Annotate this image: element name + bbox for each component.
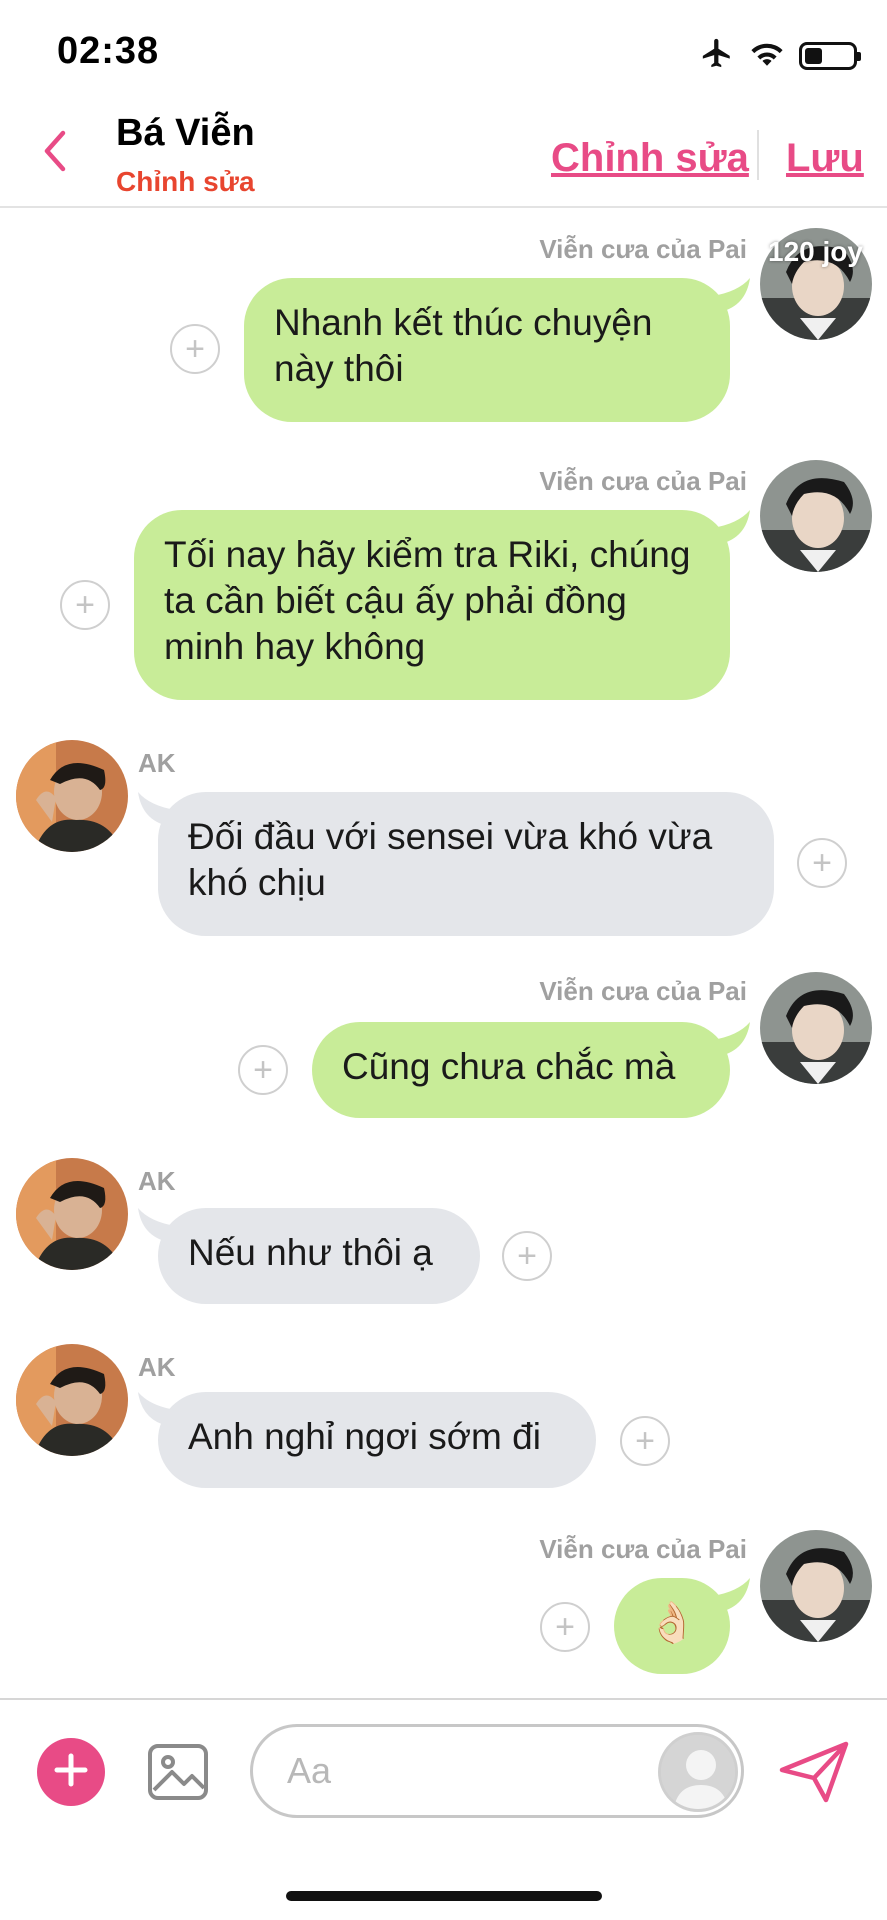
message-list: Viễn cưa của Pai 120 joy Nhanh kết thúc …: [0, 210, 887, 1698]
add-reaction-button[interactable]: +: [60, 580, 110, 630]
sender-name: Viễn cưa của Pai: [539, 1534, 747, 1564]
send-icon: [778, 1741, 850, 1808]
send-button[interactable]: [778, 1740, 850, 1804]
avatar-vien[interactable]: [760, 1530, 872, 1642]
chevron-left-icon: [41, 129, 69, 178]
edit-subtitle[interactable]: Chỉnh sửa: [116, 166, 255, 198]
avatar-ak[interactable]: [16, 1158, 128, 1270]
image-icon: [146, 1744, 210, 1808]
status-time: 02:38: [57, 30, 160, 72]
message-bubble[interactable]: 👌🏻: [614, 1578, 730, 1674]
image-button[interactable]: [146, 1740, 210, 1804]
input-bar: [0, 1698, 887, 1858]
save-link[interactable]: Lưu: [786, 136, 864, 181]
sender-name: Viễn cưa của Pai: [539, 466, 747, 496]
sender-name: AK: [138, 1166, 176, 1196]
message-bubble[interactable]: Nếu như thôi ạ: [158, 1208, 480, 1304]
edit-link[interactable]: Chỉnh sửa: [551, 136, 749, 181]
sender-name: AK: [138, 748, 176, 778]
plus-icon: [51, 1750, 91, 1795]
add-attachment-button[interactable]: [37, 1738, 105, 1806]
sender-name: Viễn cưa của Pai: [539, 976, 747, 1006]
airplane-icon: [699, 36, 735, 75]
overlay-label: 120 joy: [768, 236, 863, 267]
message-bubble[interactable]: Nhanh kết thúc chuyện này thôi: [244, 278, 730, 422]
add-reaction-button[interactable]: +: [620, 1416, 670, 1466]
message-bubble[interactable]: Đối đầu với sensei vừa khó vừa khó chịu: [158, 792, 774, 936]
message-bubble[interactable]: Tối nay hãy kiểm tra Riki, chúng ta cần …: [134, 510, 730, 700]
add-reaction-button[interactable]: +: [797, 838, 847, 888]
add-reaction-button[interactable]: +: [238, 1045, 288, 1095]
wifi-icon: [749, 38, 785, 73]
battery-level: [805, 47, 822, 64]
status-icons: [699, 36, 861, 75]
home-indicator: [286, 1891, 602, 1901]
add-reaction-button[interactable]: +: [502, 1231, 552, 1281]
add-reaction-button[interactable]: +: [170, 324, 220, 374]
avatar-ak[interactable]: [16, 740, 128, 852]
back-button[interactable]: [30, 125, 80, 181]
add-reaction-button[interactable]: +: [540, 1602, 590, 1652]
avatar-vien[interactable]: [760, 460, 872, 572]
chat-header: Bá Viễn Chỉnh sửa Chỉnh sửa Lưu: [0, 100, 887, 208]
sender-avatar-selector[interactable]: [658, 1732, 738, 1812]
status-bar: 02:38: [0, 0, 887, 100]
avatar-vien[interactable]: [760, 972, 872, 1084]
message-bubble[interactable]: Cũng chưa chắc mà: [312, 1022, 730, 1118]
contact-name: Bá Viễn: [116, 112, 255, 154]
sender-name: AK: [138, 1352, 176, 1382]
header-divider: [757, 130, 759, 180]
sender-name: Viễn cưa của Pai: [539, 234, 747, 264]
message-bubble[interactable]: Anh nghỉ ngơi sớm đi: [158, 1392, 596, 1488]
avatar-ak[interactable]: [16, 1344, 128, 1456]
battery-icon: [799, 41, 861, 70]
